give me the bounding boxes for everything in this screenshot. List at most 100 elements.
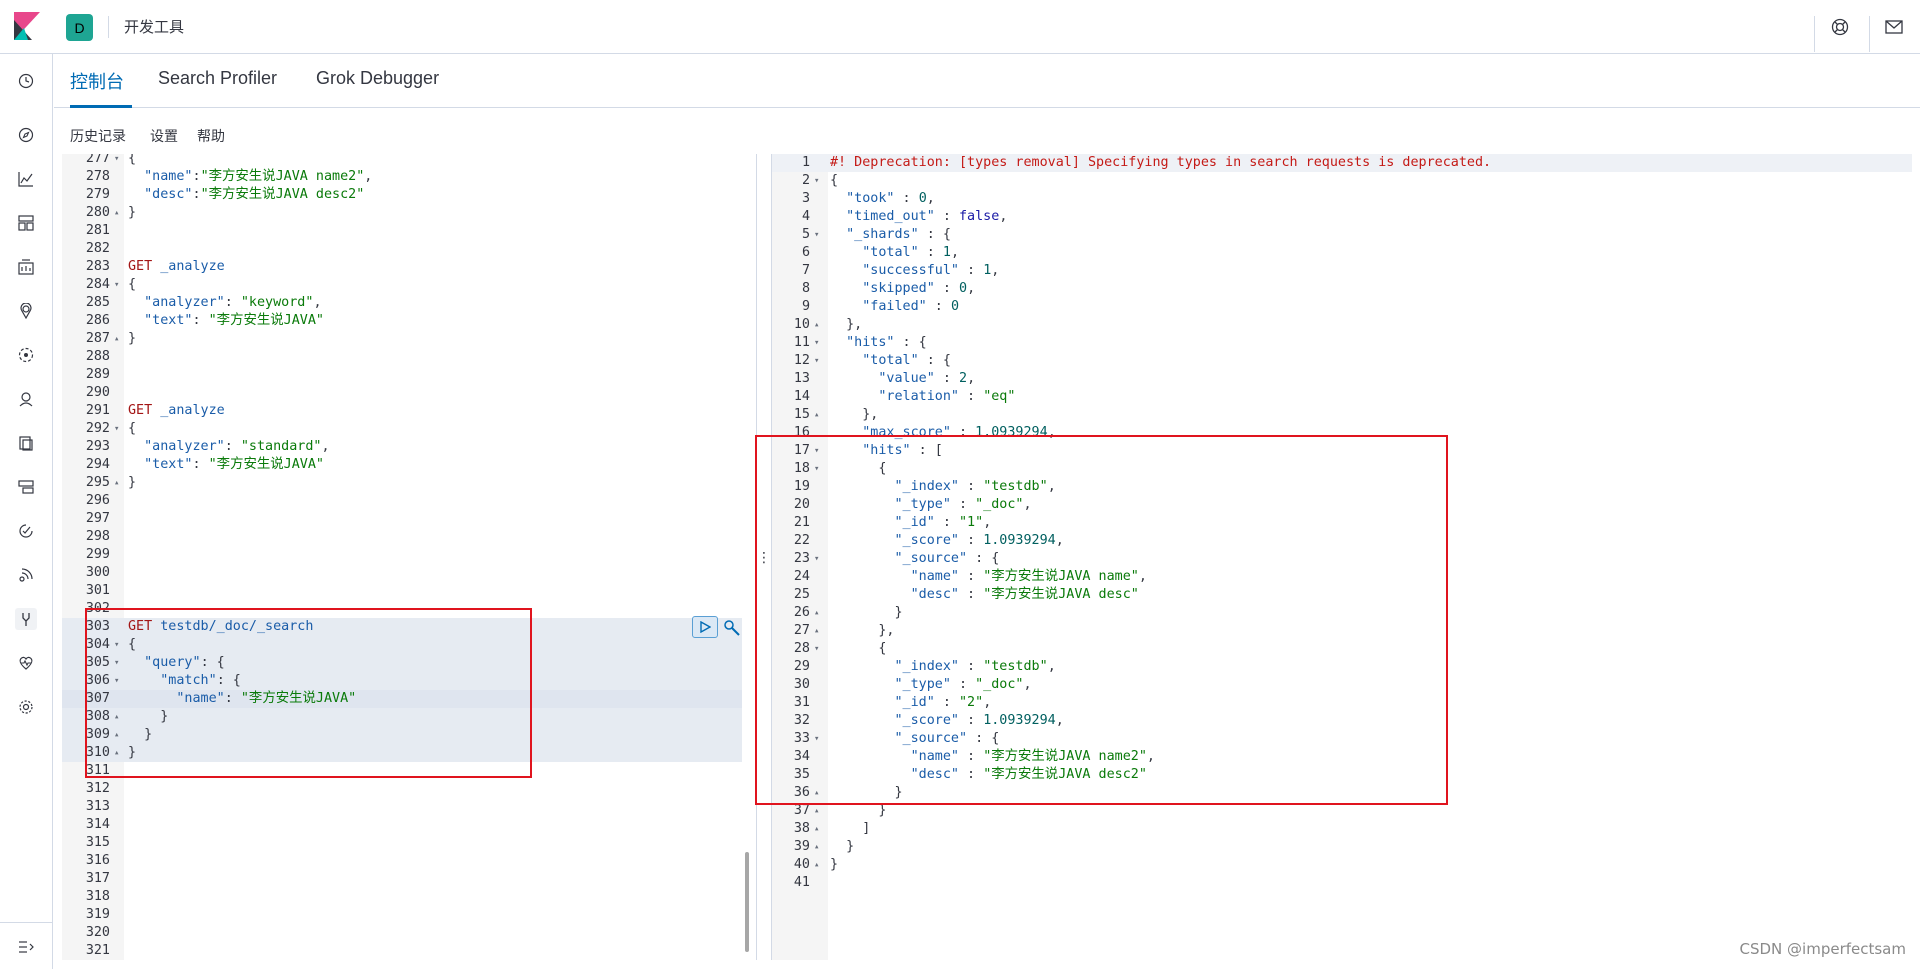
line-number: 277 <box>85 154 110 166</box>
line-number: 316 <box>85 853 110 868</box>
dashboard-icon[interactable] <box>15 212 37 234</box>
fold-open-icon[interactable]: ▾ <box>814 352 819 370</box>
code-token: "keyword" <box>240 295 314 310</box>
code-line: 279 "desc":"李方安生说JAVA desc2" <box>62 186 756 204</box>
code-token: "total" <box>830 353 919 368</box>
tab-console[interactable]: 控制台 <box>70 68 132 108</box>
code-line: 10 ▴ }, <box>772 316 1912 334</box>
dev-tools-wrench-icon[interactable] <box>15 608 37 630</box>
code-text: "failed" : 0 <box>830 298 959 316</box>
line-number: 298 <box>85 529 110 544</box>
fold-close-icon[interactable]: ▴ <box>814 856 819 874</box>
recent-clock-icon[interactable] <box>15 70 37 92</box>
code-token: , <box>967 281 976 296</box>
fold-open-icon[interactable]: ▾ <box>114 276 119 294</box>
code-text: { <box>128 276 136 294</box>
code-line: 300 <box>62 564 756 582</box>
discover-compass-icon[interactable] <box>15 124 37 146</box>
code-text: #! Deprecation: [types removal] Specifyi… <box>830 154 1491 172</box>
code-token: "eq" <box>983 389 1016 404</box>
header-divider <box>108 16 109 38</box>
line-number: 286 <box>85 313 110 328</box>
tab-grok-debugger[interactable]: Grok Debugger <box>316 68 439 108</box>
code-token: : <box>934 371 959 386</box>
code-line: 9 "failed" : 0 <box>772 298 1912 316</box>
uptime-icon[interactable] <box>15 520 37 542</box>
fold-open-icon[interactable]: ▾ <box>114 420 119 438</box>
help-link[interactable]: 帮助 <box>197 126 225 146</box>
settings-link[interactable]: 设置 <box>150 126 178 146</box>
code-text: } <box>830 838 854 856</box>
send-request-button[interactable] <box>692 616 718 638</box>
code-token: : <box>926 299 951 314</box>
code-text: "name":"李方安生说JAVA name2", <box>128 168 372 186</box>
ml-icon[interactable] <box>15 344 37 366</box>
code-text: "total" : { <box>830 352 951 370</box>
code-token: { <box>830 173 839 188</box>
line-number: 39 <box>793 839 810 854</box>
code-token: : <box>894 191 919 206</box>
code-text: "successful" : 1, <box>830 262 999 280</box>
code-line: 319 <box>62 906 756 924</box>
fold-open-icon[interactable]: ▾ <box>814 334 819 352</box>
line-number: 9 <box>801 299 810 314</box>
line-number: 5 <box>801 227 810 242</box>
fold-close-icon[interactable]: ▴ <box>114 330 119 348</box>
canvas-icon[interactable] <box>15 256 37 278</box>
line-number: 13 <box>793 371 810 386</box>
graph-icon[interactable] <box>15 388 37 410</box>
code-text: } <box>128 204 136 222</box>
code-text: GET _analyze <box>128 258 225 276</box>
code-token: { <box>128 154 137 166</box>
visualize-chart-icon[interactable] <box>15 168 37 190</box>
request-editor-scrollbar[interactable] <box>745 852 749 952</box>
code-token: _analyze <box>152 403 225 418</box>
help-icon[interactable] <box>1829 16 1851 38</box>
logs-icon[interactable] <box>15 432 37 454</box>
monitoring-heartbeat-icon[interactable] <box>15 652 37 674</box>
apm-icon[interactable] <box>15 564 37 586</box>
code-line: 15 ▴ }, <box>772 406 1912 424</box>
line-number: 317 <box>85 871 110 886</box>
fold-close-icon[interactable]: ▴ <box>814 838 819 856</box>
fold-open-icon[interactable]: ▾ <box>814 172 819 190</box>
management-gear-icon[interactable] <box>15 696 37 718</box>
code-line: 314 <box>62 816 756 834</box>
code-token: "successful" <box>830 263 959 278</box>
fold-open-icon[interactable]: ▾ <box>114 154 119 168</box>
code-line: 41 <box>772 874 1912 892</box>
code-token: "standard" <box>240 439 322 454</box>
code-token: }, <box>830 317 863 332</box>
code-token: : <box>192 187 201 202</box>
code-line: 285 "analyzer": "keyword", <box>62 294 756 312</box>
line-number: 314 <box>85 817 110 832</box>
collapse-nav-icon[interactable] <box>15 936 37 958</box>
fold-close-icon[interactable]: ▴ <box>114 204 119 222</box>
request-editor[interactable]: 277 ▾{278 "name":"李方安生说JAVA name2", 279 "d… <box>62 154 756 960</box>
code-token: : <box>959 263 984 278</box>
mail-icon[interactable] <box>1883 16 1905 38</box>
code-line: 318 <box>62 888 756 906</box>
fold-close-icon[interactable]: ▴ <box>814 406 819 424</box>
line-number: 2 <box>801 173 810 188</box>
code-line: 293 "analyzer": "standard", <box>62 438 756 456</box>
line-number: 315 <box>85 835 110 850</box>
space-avatar[interactable]: D <box>66 14 93 41</box>
fold-close-icon[interactable]: ▴ <box>114 474 119 492</box>
history-link[interactable]: 历史记录 <box>70 126 126 146</box>
maps-icon[interactable] <box>15 300 37 322</box>
request-options-wrench-icon[interactable] <box>722 618 742 638</box>
fold-close-icon[interactable]: ▴ <box>814 316 819 334</box>
fold-open-icon[interactable]: ▾ <box>814 226 819 244</box>
kibana-logo-icon[interactable] <box>14 12 40 40</box>
tab-search-profiler[interactable]: Search Profiler <box>158 68 277 108</box>
line-number: 291 <box>85 403 110 418</box>
siem-icon[interactable] <box>15 476 37 498</box>
line-number: 285 <box>85 295 110 310</box>
code-token: "analyzer" <box>128 295 225 310</box>
code-line: 315 <box>62 834 756 852</box>
code-line: 12 ▾ "total" : { <box>772 352 1912 370</box>
line-number: 300 <box>85 565 110 580</box>
line-number: 8 <box>801 281 810 296</box>
fold-close-icon[interactable]: ▴ <box>814 820 819 838</box>
